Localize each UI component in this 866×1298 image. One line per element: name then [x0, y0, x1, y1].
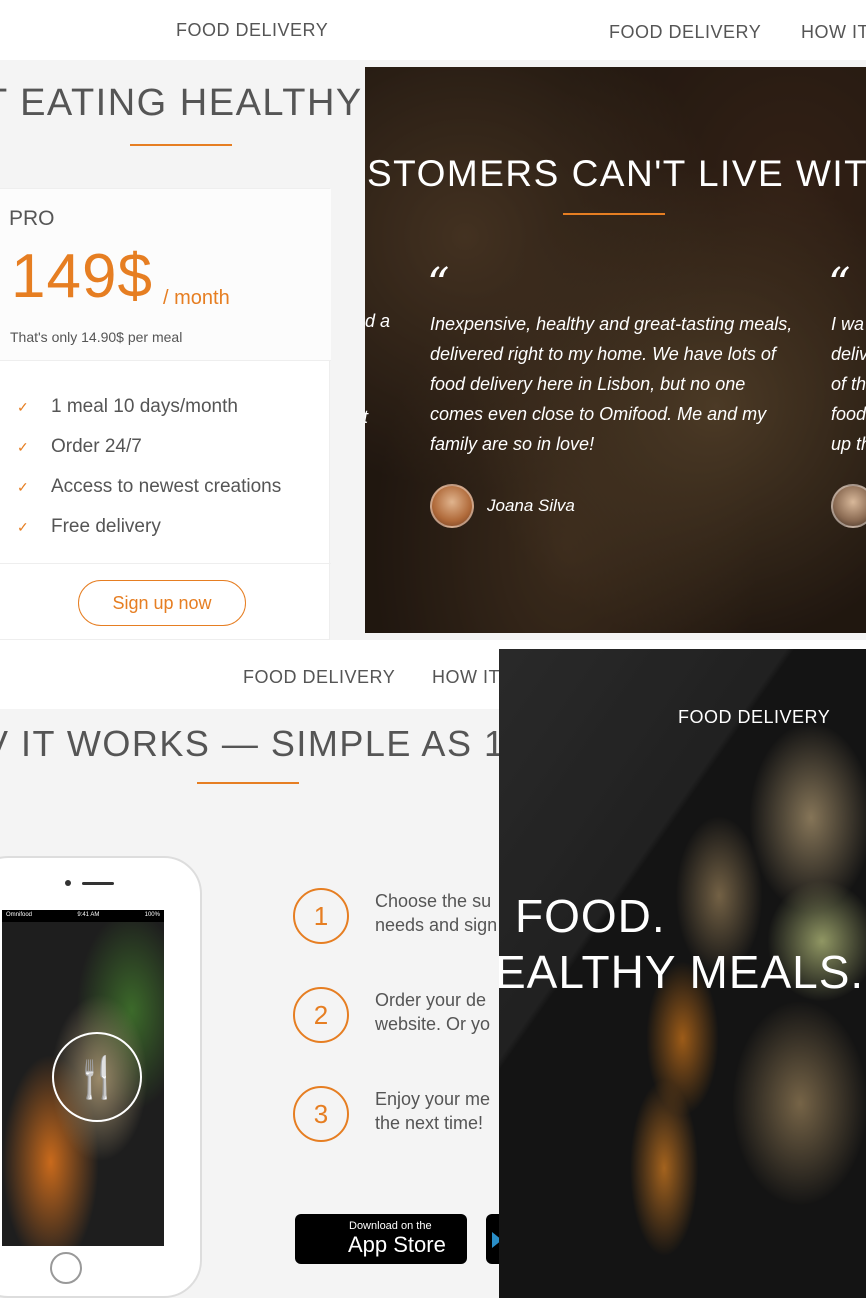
quote-icon: “: [828, 259, 851, 310]
hero-title-line-1: FOOD.: [515, 890, 666, 942]
step-number: 1: [293, 888, 349, 944]
navbar: FOOD DELIVERY HOW IT: [0, 649, 499, 709]
feature-item: ✓ Access to newest creations: [17, 476, 282, 497]
testimonial-line: delivered right to my home. We have lots…: [430, 344, 776, 364]
plan-name: PRO: [9, 207, 55, 230]
app-store-button[interactable]: Download on the App Store: [295, 1214, 467, 1264]
plan-per-meal: That's only 14.90$ per meal: [10, 329, 183, 345]
plan-features: ✓ 1 meal 10 days/month ✓ Order 24/7 ✓ Acces…: [17, 387, 281, 547]
feature-item: ✓ 1 meal 10 days/month: [17, 396, 238, 417]
fork-knife-icon: 🍴: [52, 1032, 142, 1122]
feature-item: ✓ Free delivery: [17, 516, 161, 537]
nav-link-food-delivery[interactable]: FOOD DELIVERY: [243, 667, 395, 688]
testimonial-line: up th: [831, 434, 866, 454]
testimonial-author: Joana Silva: [487, 496, 575, 515]
step-number: 3: [293, 1086, 349, 1142]
avatar: [430, 484, 474, 528]
testimonial-line: I wa: [831, 314, 865, 334]
testimonials-section: STOMERS CAN'T LIVE WITH d a t “ Inexpens…: [365, 67, 866, 633]
checkmark-icon: ✓: [17, 478, 29, 495]
step-text: Enjoy your me the next time!: [375, 1089, 491, 1133]
camera-icon: [65, 880, 71, 886]
testimonial-line: comes even close to Omifood. Me and my: [430, 404, 767, 424]
home-button: [50, 1252, 82, 1284]
testimonial-line: food: [831, 404, 866, 424]
pricing-plan-card: PRO 149$ / month That's only 14.90$ per …: [0, 188, 331, 640]
section-title: T EATING HEALTHY T: [0, 82, 399, 124]
sign-up-button[interactable]: Sign up now: [78, 580, 246, 626]
plan-header: PRO 149$ / month That's only 14.90$ per …: [0, 189, 331, 361]
phone-mockup: Omnifood 9:41 AM 100% 🍴: [0, 856, 202, 1298]
step-text: Order your de website. Or yo: [375, 990, 491, 1034]
hero-title-line-2: EALTHY MEALS.: [499, 946, 865, 998]
testimonial-line: family are so in love!: [430, 434, 595, 454]
step-text: Choose the su needs and sign: [375, 891, 498, 935]
phone-screen: Omnifood 9:41 AM 100% 🍴: [2, 910, 164, 1246]
plan-period: / month: [163, 287, 230, 309]
title-underline: [130, 144, 232, 146]
title-underline: [563, 213, 665, 215]
how-it-works-section: FOOD DELIVERY HOW IT V IT WORKS — SIMPLE…: [0, 649, 499, 1298]
google-play-button[interactable]: [486, 1214, 499, 1264]
nav-link-food-delivery[interactable]: FOOD DELIVERY: [678, 707, 830, 728]
feature-item: ✓ Order 24/7: [17, 436, 142, 457]
quote-icon: “: [427, 259, 450, 310]
checkmark-icon: ✓: [17, 398, 29, 415]
section-title: V IT WORKS — SIMPLE AS 1,: [0, 723, 499, 764]
step-number: 2: [293, 987, 349, 1043]
nav-link-food-delivery[interactable]: FOOD DELIVERY: [176, 20, 328, 41]
title-underline: [197, 782, 299, 784]
hero-section: FOOD DELIVERY FOOD. EALTHY MEALS.: [499, 649, 866, 1298]
testimonial-line: of th: [831, 374, 866, 394]
section-title: STOMERS CAN'T LIVE WITH: [367, 153, 866, 194]
partial-quote-left-2: t: [365, 407, 368, 428]
navbar: FOOD DELIVERY FOOD DELIVERY HOW IT: [0, 0, 866, 60]
status-bar: Omnifood 9:41 AM 100%: [2, 910, 164, 922]
checkmark-icon: ✓: [17, 518, 29, 535]
testimonial-line: Inexpensive, healthy and great-tasting m…: [430, 314, 793, 334]
testimonial-line: deliv: [831, 344, 866, 364]
plan-price: 149$: [11, 242, 153, 311]
play-icon: [492, 1232, 499, 1248]
testimonial-line: food delivery here in Lisbon, but no one: [430, 374, 746, 394]
nav-link-food-delivery-2[interactable]: FOOD DELIVERY: [609, 22, 761, 43]
partial-quote-left: d a: [365, 311, 391, 331]
nav-link-how-it-works[interactable]: HOW IT: [432, 667, 499, 688]
speaker-icon: [82, 882, 114, 885]
checkmark-icon: ✓: [17, 438, 29, 455]
nav-link-how-it-works[interactable]: HOW IT: [801, 22, 866, 43]
